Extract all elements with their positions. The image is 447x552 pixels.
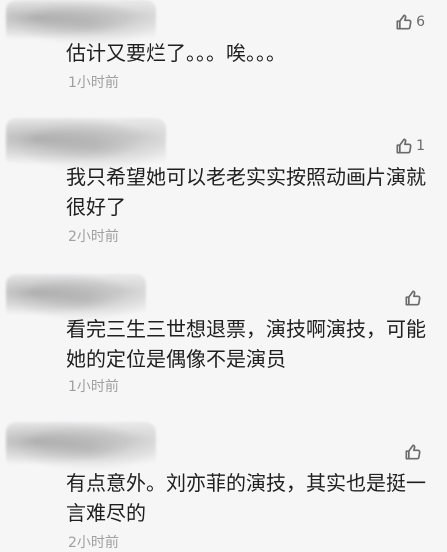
comment-time: 2小时前 (68, 229, 119, 245)
thumbs-up-icon (403, 288, 423, 308)
comment-item: 有点意外。刘亦菲的演技，其实也是挺一言难尽的 2小时前 (0, 420, 447, 551)
like-button[interactable] (403, 288, 425, 308)
like-button[interactable]: 1 (394, 136, 425, 156)
comment-text: 看完三生三世想退票，演技啊演技，可能她的定位是偶像不是演员 (66, 317, 426, 371)
comment-time: 1小时前 (68, 379, 119, 395)
like-count: 1 (416, 138, 425, 154)
thumbs-up-icon (394, 136, 414, 156)
comment-time: 2小时前 (68, 535, 119, 551)
comment-text: 估计又要烂了。。。唉。。。 (66, 41, 286, 65)
comment-text: 有点意外。刘亦菲的演技，其实也是挺一言难尽的 (66, 471, 426, 525)
like-button[interactable]: 6 (394, 12, 425, 32)
comment-text: 我只希望她可以老老实实按照动画片演就很好了 (66, 165, 426, 219)
comment-item: 1 我只希望她可以老老实实按照动画片演就很好了 2小时前 (0, 118, 447, 254)
like-button[interactable] (403, 442, 425, 462)
thumbs-up-icon (394, 12, 414, 32)
comment-item: 6 估计又要烂了。。。唉。。。 1小时前 (0, 0, 447, 96)
like-count: 6 (416, 14, 425, 30)
comment-item: 看完三生三世想退票，演技啊演技，可能她的定位是偶像不是演员 1小时前 (0, 270, 447, 410)
avatar (6, 422, 156, 470)
thumbs-up-icon (403, 442, 423, 462)
comment-time: 1小时前 (68, 75, 119, 91)
